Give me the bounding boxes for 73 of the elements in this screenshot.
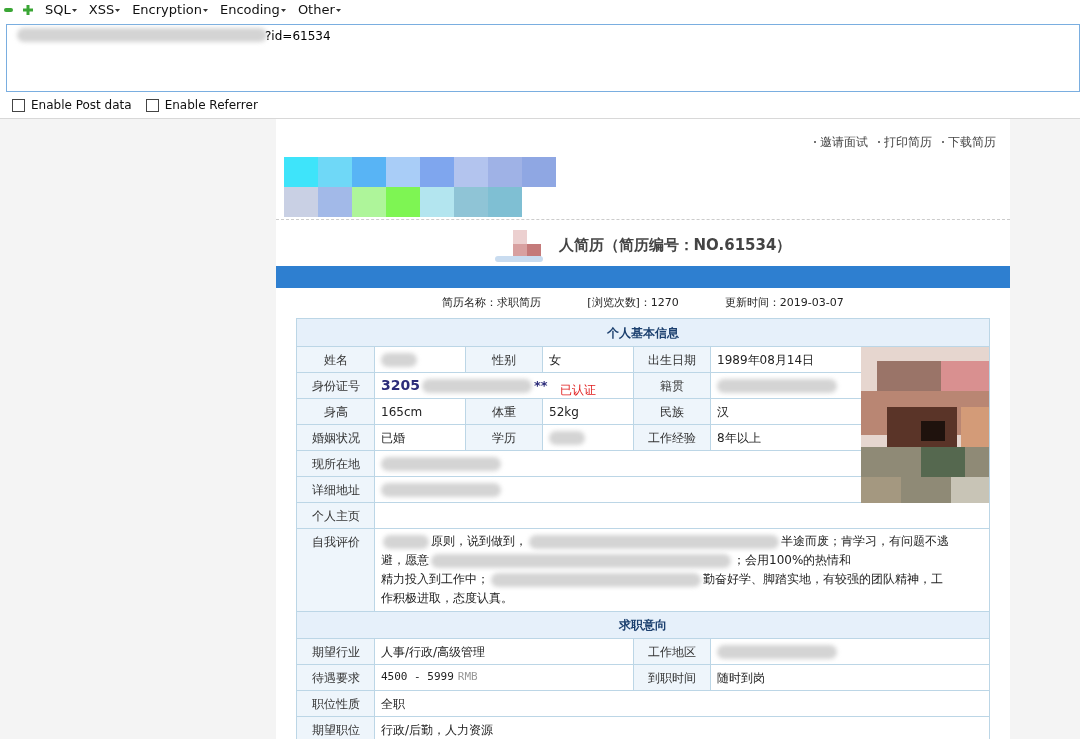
cell-value: 52kg (549, 403, 579, 421)
field-label: 自我评价 (297, 529, 374, 611)
salary-range: 4500 - 5999 (381, 669, 454, 686)
redaction-blur (383, 534, 429, 549)
field-label: 民族 (633, 399, 710, 424)
field-label: 工作经验 (633, 425, 710, 450)
cell-value: 随时到岗 (717, 669, 765, 687)
field-label: 身高 (297, 399, 374, 424)
field-label: 期望行业 (297, 639, 374, 664)
summary-text: 简历名称：求职简历 (442, 294, 542, 311)
evaluation-text: 作积极进取，态度认真。 (381, 590, 513, 607)
caret-icon (115, 8, 121, 12)
field-label: 出生日期 (633, 347, 710, 372)
resume-title: 人简历（简历编号：NO.61534） (558, 234, 792, 256)
menu-button[interactable]: Encoding (219, 0, 286, 20)
menu-button[interactable]: Encryption (132, 0, 208, 20)
checkbox-label: Enable Referrer (164, 97, 258, 114)
field-label: 待遇要求 (297, 665, 374, 690)
caret-icon (335, 8, 341, 12)
caret-icon (280, 8, 286, 12)
field-label: 到职时间 (633, 665, 710, 690)
caret-icon (202, 8, 208, 12)
url-text: ?id=61534 (265, 28, 331, 45)
redaction-blur (381, 352, 417, 367)
verified-label: 已认证 (559, 381, 596, 399)
cell-value: 已婚 (381, 429, 405, 447)
summary-text: [浏览次数]：1270 (587, 294, 679, 311)
cell-value: 人事/行政/高级管理 (381, 643, 486, 661)
evaluation-text: 精力投入到工作中； (381, 571, 489, 588)
cell-value: 汉 (717, 403, 729, 421)
caret-icon (71, 8, 77, 12)
menu-button[interactable]: XSS (88, 0, 121, 20)
field-label: 学历 (465, 425, 542, 450)
field-label: 详细地址 (297, 477, 374, 502)
field-label: 体重 (465, 399, 542, 424)
cell-value: 165cm (381, 403, 423, 421)
menu-button[interactable]: Other (297, 0, 341, 20)
action-link[interactable]: 下载简历 (948, 133, 996, 151)
field-label: 现所在地 (297, 451, 374, 476)
section-header: 求职意向 (297, 611, 989, 638)
menu-button[interactable]: SQL (45, 0, 77, 20)
summary-text: 更新时间：2019-03-07 (724, 294, 844, 311)
field-label: 个人主页 (297, 503, 374, 528)
field-label: 工作地区 (633, 639, 710, 664)
field-label: 性别 (465, 347, 542, 372)
checkbox[interactable] (12, 98, 25, 112)
plus-icon[interactable] (23, 5, 33, 15)
checkbox[interactable] (145, 98, 159, 112)
cell-value: 女 (549, 351, 561, 369)
url-field[interactable]: ?id=61534 (6, 24, 1080, 92)
action-link[interactable]: 打印简历 (884, 133, 932, 151)
evaluation-text: ；会用100%的热情和 (733, 552, 852, 569)
redaction-blur (549, 430, 585, 445)
field-label: 籍贯 (633, 373, 710, 398)
id-number-prefix: 3205 (381, 376, 420, 395)
checkbox-label: Enable Post data (31, 97, 132, 114)
action-link[interactable]: 邀请面试 (820, 133, 868, 151)
id-number-suffix: ** (533, 376, 548, 395)
currency-unit: RMB (457, 669, 478, 686)
cell-value: 行政/后勤，人力资源 (381, 721, 494, 739)
cell-value: 全职 (381, 695, 405, 713)
evaluation-text: 原则，说到做到， (431, 533, 527, 550)
field-label: 期望职位 (297, 717, 374, 739)
section-header: 个人基本信息 (297, 319, 989, 346)
field-label: 职位性质 (297, 691, 374, 716)
field-label: 婚姻状况 (297, 425, 374, 450)
evaluation-text: 避，愿意 (381, 552, 429, 569)
cell-value: 8年以上 (717, 429, 761, 447)
cell-value: 1989年08月14日 (717, 351, 815, 369)
field-label: 身份证号 (297, 373, 374, 398)
evaluation-text: 勤奋好学、脚踏实地，有较强的团队精神，工 (703, 571, 943, 588)
evaluation-text: 半途而废；肯学习，有问题不逃 (781, 533, 949, 550)
field-label: 姓名 (297, 347, 374, 372)
